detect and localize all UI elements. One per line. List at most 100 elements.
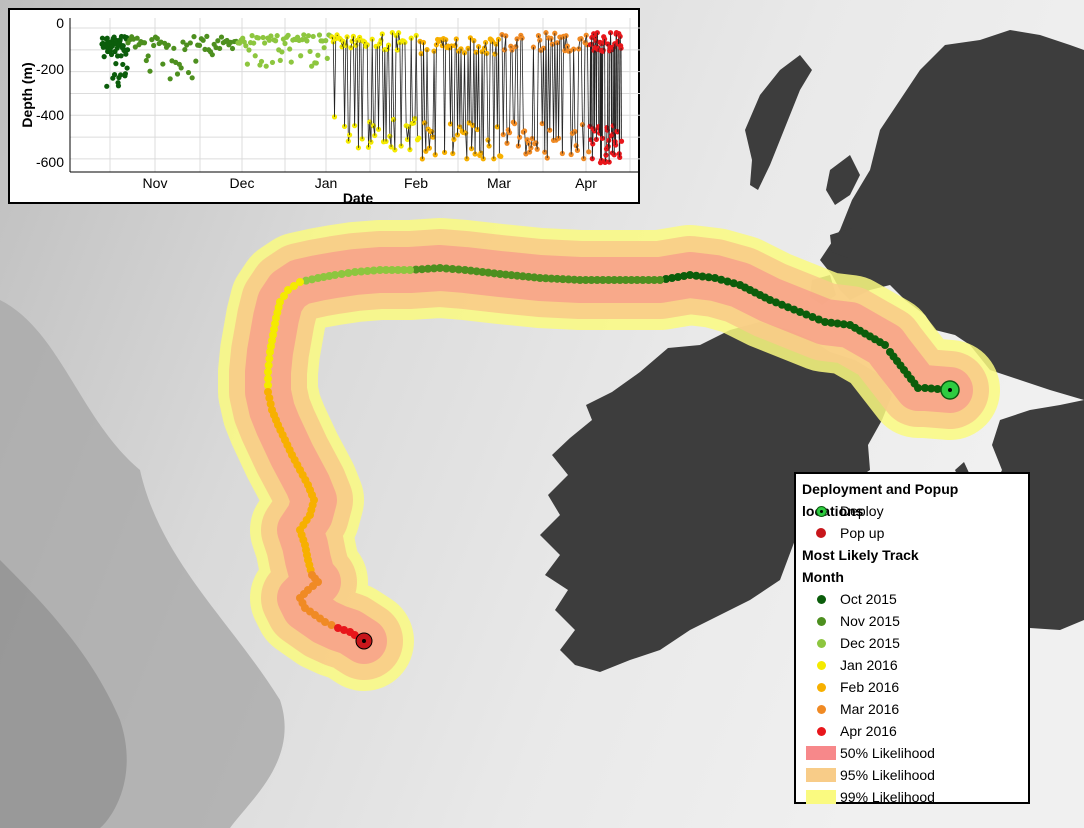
legend-label: 99% Likelihood: [840, 789, 935, 805]
legend-month-list: Oct 2015 Nov 2015 Dec 2015 Jan 2016 Feb 2016…: [802, 588, 1022, 742]
depth-point: [323, 38, 329, 44]
depth-trace: [460, 48, 463, 132]
depth-point: [101, 54, 107, 60]
depth-trace: [493, 54, 496, 159]
depth-point: [288, 59, 294, 65]
depth-point: [243, 43, 249, 49]
depth-trace: [453, 45, 456, 140]
depth-trace: [587, 44, 590, 152]
x-axis-title: Date: [343, 190, 374, 206]
likelihood-swatch: [806, 768, 836, 782]
depth-trace: [394, 35, 397, 150]
legend-label: 95% Likelihood: [840, 767, 935, 783]
x-tick-label: Feb: [404, 175, 428, 191]
depth-point: [258, 58, 265, 65]
legend-item-month: Mar 2016: [802, 698, 1022, 720]
depth-point: [324, 55, 330, 61]
depth-point: [246, 47, 252, 53]
legend-label: Deploy: [840, 503, 884, 519]
depth-point: [209, 52, 215, 58]
depth-trace: [354, 45, 357, 126]
depth-point: [313, 60, 319, 66]
legend-item-likelihood: 50% Likelihood: [802, 742, 1022, 764]
depth-point: [187, 40, 193, 46]
depth-point: [255, 35, 261, 41]
depth-point: [151, 42, 157, 49]
depth-point: [310, 33, 316, 40]
month-color-dot: [816, 660, 826, 670]
legend-likelihood-list: 50% Likelihood 95% Likelihood 99% Likeliho…: [802, 742, 1022, 808]
legend-item-likelihood: 99% Likelihood: [802, 786, 1022, 808]
y-tick-label: -200: [36, 61, 64, 77]
depth-point: [287, 46, 293, 52]
map-legend: Deployment and Popup locations Deploy Po…: [794, 472, 1030, 805]
track-point: [886, 348, 894, 356]
depth-trace: [423, 42, 426, 123]
depth-trace: [521, 37, 524, 133]
legend-label: 50% Likelihood: [840, 745, 935, 761]
depth-point: [182, 46, 188, 53]
depth-trace: [514, 46, 517, 124]
depth-trace: [474, 52, 477, 155]
depth-point: [251, 40, 257, 46]
depth-trace: [466, 48, 469, 159]
legend-item-month: Feb 2016: [802, 676, 1022, 698]
depth-point: [273, 38, 279, 44]
depth-trace: [334, 38, 337, 117]
depth-point: [244, 61, 250, 67]
depth-chart-svg: 0 -200 -400 -600 Nov Dec Jan Feb Mar Apr…: [19, 15, 640, 206]
legend-label: Oct 2015: [840, 591, 897, 607]
likelihood-swatch: [806, 790, 836, 804]
y-axis-title: Depth (m): [19, 62, 35, 127]
depth-trace: [577, 48, 580, 151]
track-point: [921, 384, 929, 392]
depth-point: [217, 45, 223, 52]
x-tick-label: Jan: [315, 175, 338, 191]
depth-point: [120, 61, 126, 68]
depth-point: [118, 53, 124, 59]
depth-point: [263, 63, 269, 69]
depth-trace: [388, 45, 391, 137]
depth-point: [174, 71, 181, 77]
depth-point: [249, 33, 255, 39]
depth-trace: [346, 36, 349, 142]
legend-item-month: Apr 2016: [802, 720, 1022, 742]
depth-point: [185, 69, 192, 76]
depth-trace: [361, 41, 364, 139]
depth-point: [191, 34, 197, 40]
depth-point: [143, 57, 149, 64]
depth-trace: [358, 37, 361, 148]
depth-trace: [549, 38, 552, 131]
depth-trace: [561, 36, 564, 154]
depth-point: [279, 49, 285, 55]
depth-trace: [434, 44, 437, 155]
legend-label: Nov 2015: [840, 613, 900, 629]
depth-point: [115, 83, 122, 89]
legend-label: Jan 2016: [840, 657, 898, 673]
depth-point: [618, 138, 625, 144]
legend-label: Mar 2016: [840, 701, 900, 717]
x-tick-label: Mar: [487, 175, 511, 191]
depth-point: [147, 68, 153, 74]
depth-trace: [385, 49, 388, 142]
depth-trace: [391, 32, 394, 120]
depth-point: [416, 135, 422, 141]
y-tick-label: -600: [36, 154, 64, 170]
popup-marker-icon: [816, 528, 826, 538]
legend-label: Feb 2016: [840, 679, 900, 695]
month-color-dot: [816, 594, 826, 604]
depth-point: [316, 32, 323, 38]
y-tick-label: 0: [56, 15, 64, 31]
depth-trace: [511, 50, 514, 123]
depth-trace: [378, 43, 381, 130]
depth-trace: [533, 47, 536, 144]
depth-point: [167, 76, 173, 82]
month-color-dot: [816, 726, 826, 736]
depth-trace: [583, 42, 586, 159]
month-color-dot: [816, 616, 826, 626]
depth-point: [282, 40, 288, 47]
depth-point: [189, 75, 195, 81]
depth-trace: [580, 38, 583, 125]
legend-title-track: Most Likely Track: [802, 547, 919, 563]
depth-profile-chart: 0 -200 -400 -600 Nov Dec Jan Feb Mar Apr…: [8, 8, 640, 206]
